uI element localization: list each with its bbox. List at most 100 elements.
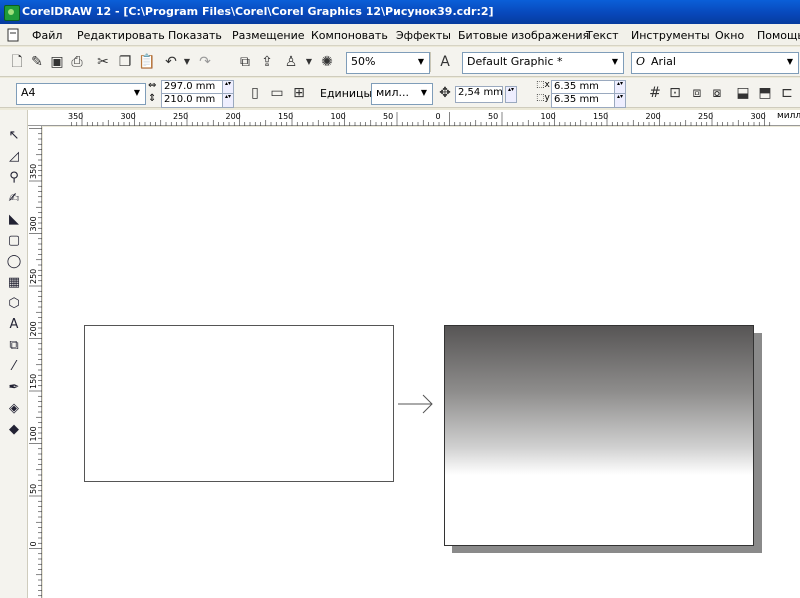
portrait-icon[interactable]: ▯	[246, 84, 264, 102]
shape-tool-icon[interactable]: ◿	[4, 147, 24, 167]
width-icon: ⇔	[148, 80, 157, 91]
title-bar: CorelDRAW 12 - [C:\Program Files\Corel\C…	[0, 0, 800, 24]
horizontal-ruler[interactable]: 350 300 250 200 150 100 50 0 50 100 150 200 250 300 м…	[32, 110, 800, 126]
freehand-tool-icon[interactable]: ✍	[4, 189, 24, 209]
redo-icon[interactable]: ↷	[196, 53, 214, 71]
cut-icon[interactable]: ✂	[94, 53, 112, 71]
scale-icon[interactable]: ⊏	[778, 84, 796, 102]
basic-shapes-tool-icon[interactable]: ⬡	[4, 294, 24, 314]
height-icon: ⇕	[148, 93, 157, 104]
height-spin-icon[interactable]: ▴▾	[222, 93, 234, 108]
ruler-label: 0	[436, 112, 441, 121]
text-format-icon[interactable]: A	[436, 53, 454, 71]
treat-as-filled-icon[interactable]: ⬓	[734, 84, 752, 102]
menu-arrange[interactable]: Размещение	[232, 29, 305, 42]
toolbar-separator	[430, 52, 431, 72]
outline-tool-icon[interactable]: ✒	[4, 378, 24, 398]
chevron-down-icon[interactable]: ▼	[129, 84, 145, 102]
units-value: мил...	[376, 86, 409, 99]
nudge-spin-icon[interactable]: ▴▾	[505, 86, 517, 103]
vertical-ruler[interactable]: 350 300 250 200 150 100 50 0	[28, 126, 42, 598]
graphic-style-combo[interactable]: Default Graphic * ▼	[462, 52, 624, 74]
corel-online-icon[interactable]: ✺	[318, 53, 336, 71]
import-icon[interactable]: ⧉	[236, 53, 254, 71]
launcher-dropdown-icon[interactable]: ▼	[300, 53, 318, 71]
ruler-label: 200	[29, 321, 38, 336]
menu-help[interactable]: Помощь	[757, 29, 800, 42]
font-o-icon: O	[636, 55, 646, 68]
rectangle-tool-icon[interactable]: ▢	[4, 231, 24, 251]
nudge-icon: ✥	[439, 85, 451, 101]
snap-to-grid-icon[interactable]: #	[646, 84, 664, 102]
nudge-offset-input[interactable]: 2,54 mm	[455, 86, 503, 103]
save-icon[interactable]: ▣	[48, 53, 66, 71]
menu-effects[interactable]: Эффекты	[396, 29, 451, 42]
pick-tool-icon[interactable]: ↖	[4, 126, 24, 146]
ruler-label: 300	[121, 112, 136, 121]
menu-layout[interactable]: Компоновать	[311, 29, 388, 42]
duplicate-y-input[interactable]: 6.35 mm	[551, 93, 615, 108]
snap-to-guidelines-icon[interactable]: ⊡	[666, 84, 684, 102]
new-document-icon[interactable]: 🗋	[8, 53, 26, 71]
zoom-tool-icon[interactable]: ⚲	[4, 168, 24, 188]
source-rectangle[interactable]	[84, 325, 394, 482]
duplicate-x-icon: ⬚x	[536, 80, 550, 90]
export-icon[interactable]: ⇪	[258, 53, 276, 71]
interactive-blend-tool-icon[interactable]: ⧉	[4, 336, 24, 356]
ruler-unit-label: милл	[777, 111, 800, 121]
menu-view[interactable]: Показать	[168, 29, 222, 42]
menu-bitmaps[interactable]: Битовые изображения	[458, 29, 589, 42]
ruler-label: 100	[29, 426, 38, 441]
copy-icon[interactable]: ❐	[116, 53, 134, 71]
ruler-label: 150	[593, 112, 608, 121]
eyedropper-tool-icon[interactable]: ⁄	[4, 357, 24, 377]
chevron-down-icon[interactable]: ▼	[416, 84, 432, 102]
menu-window[interactable]: Окно	[715, 29, 744, 42]
zoom-level-combo[interactable]: 50% ▼	[346, 52, 430, 74]
zoom-level-value: 50%	[351, 55, 376, 68]
open-icon[interactable]: ✎	[28, 53, 46, 71]
paper-size-combo[interactable]: A4 ▼	[16, 83, 146, 105]
landscape-icon[interactable]: ▭	[268, 84, 286, 102]
ruler-label: 350	[68, 112, 83, 121]
options-icon[interactable]: ⬒	[756, 84, 774, 102]
ellipse-tool-icon[interactable]: ◯	[4, 252, 24, 272]
dynamic-guides-icon[interactable]: ⧇	[708, 84, 726, 102]
ruler-label: 200	[646, 112, 661, 121]
application-launcher-icon[interactable]: ♙	[282, 53, 300, 71]
vertical-ruler-ticks: 350 300 250 200 150 100 50 0	[29, 128, 42, 597]
paste-icon[interactable]: 📋	[138, 53, 156, 71]
ruler-label: 150	[278, 112, 293, 121]
menu-edit[interactable]: Редактировать	[77, 29, 165, 42]
menu-text[interactable]: Текст	[586, 29, 619, 42]
gradient-filled-rectangle[interactable]	[444, 325, 754, 546]
coreldraw-app-icon	[4, 5, 20, 21]
chevron-down-icon[interactable]: ▼	[607, 53, 623, 71]
ruler-label: 300	[751, 112, 766, 121]
menu-tools[interactable]: Инструменты	[631, 29, 710, 42]
ruler-label: 300	[29, 216, 38, 231]
paper-height-input[interactable]: 210.0 mm	[161, 93, 223, 108]
polygon-tool-icon[interactable]: ▦	[4, 273, 24, 293]
snap-to-objects-icon[interactable]: ⧈	[688, 84, 706, 102]
duplicate-x-value: 6.35 mm	[554, 81, 599, 92]
units-combo[interactable]: мил... ▼	[371, 83, 433, 105]
fill-tool-icon[interactable]: ◈	[4, 399, 24, 419]
standard-toolbar: 🗋 ✎ ▣ ⎙ ✂ ❐ 📋 ↶ ▼ ↷ ⧉ ⇪ ♙ ▼ ✺ 50% ▼ A De…	[0, 47, 800, 77]
chevron-down-icon[interactable]: ▼	[782, 53, 798, 71]
print-icon[interactable]: ⎙	[68, 53, 86, 71]
undo-dropdown-icon[interactable]: ▼	[178, 53, 196, 71]
chevron-down-icon[interactable]: ▼	[413, 53, 429, 71]
menu-file[interactable]: Файл	[32, 29, 62, 42]
duplicate-y-spin-icon[interactable]: ▴▾	[614, 93, 626, 108]
interactive-fill-tool-icon[interactable]: ◆	[4, 420, 24, 440]
page-layout-icon[interactable]: ⊞	[290, 84, 308, 102]
ruler-label: 200	[226, 112, 241, 121]
font-combo[interactable]: O Arial ▼	[631, 52, 799, 74]
paper-size-value: A4	[21, 86, 36, 99]
toolbox: ↖ ◿ ⚲ ✍ ◣ ▢ ◯ ▦ ⬡ A ⧉ ⁄ ✒ ◈ ◆	[0, 110, 28, 598]
document-icon[interactable]	[6, 28, 20, 42]
smart-fill-tool-icon[interactable]: ◣	[4, 210, 24, 230]
text-tool-icon[interactable]: A	[4, 315, 24, 335]
paper-width-value: 297.0 mm	[164, 81, 216, 92]
